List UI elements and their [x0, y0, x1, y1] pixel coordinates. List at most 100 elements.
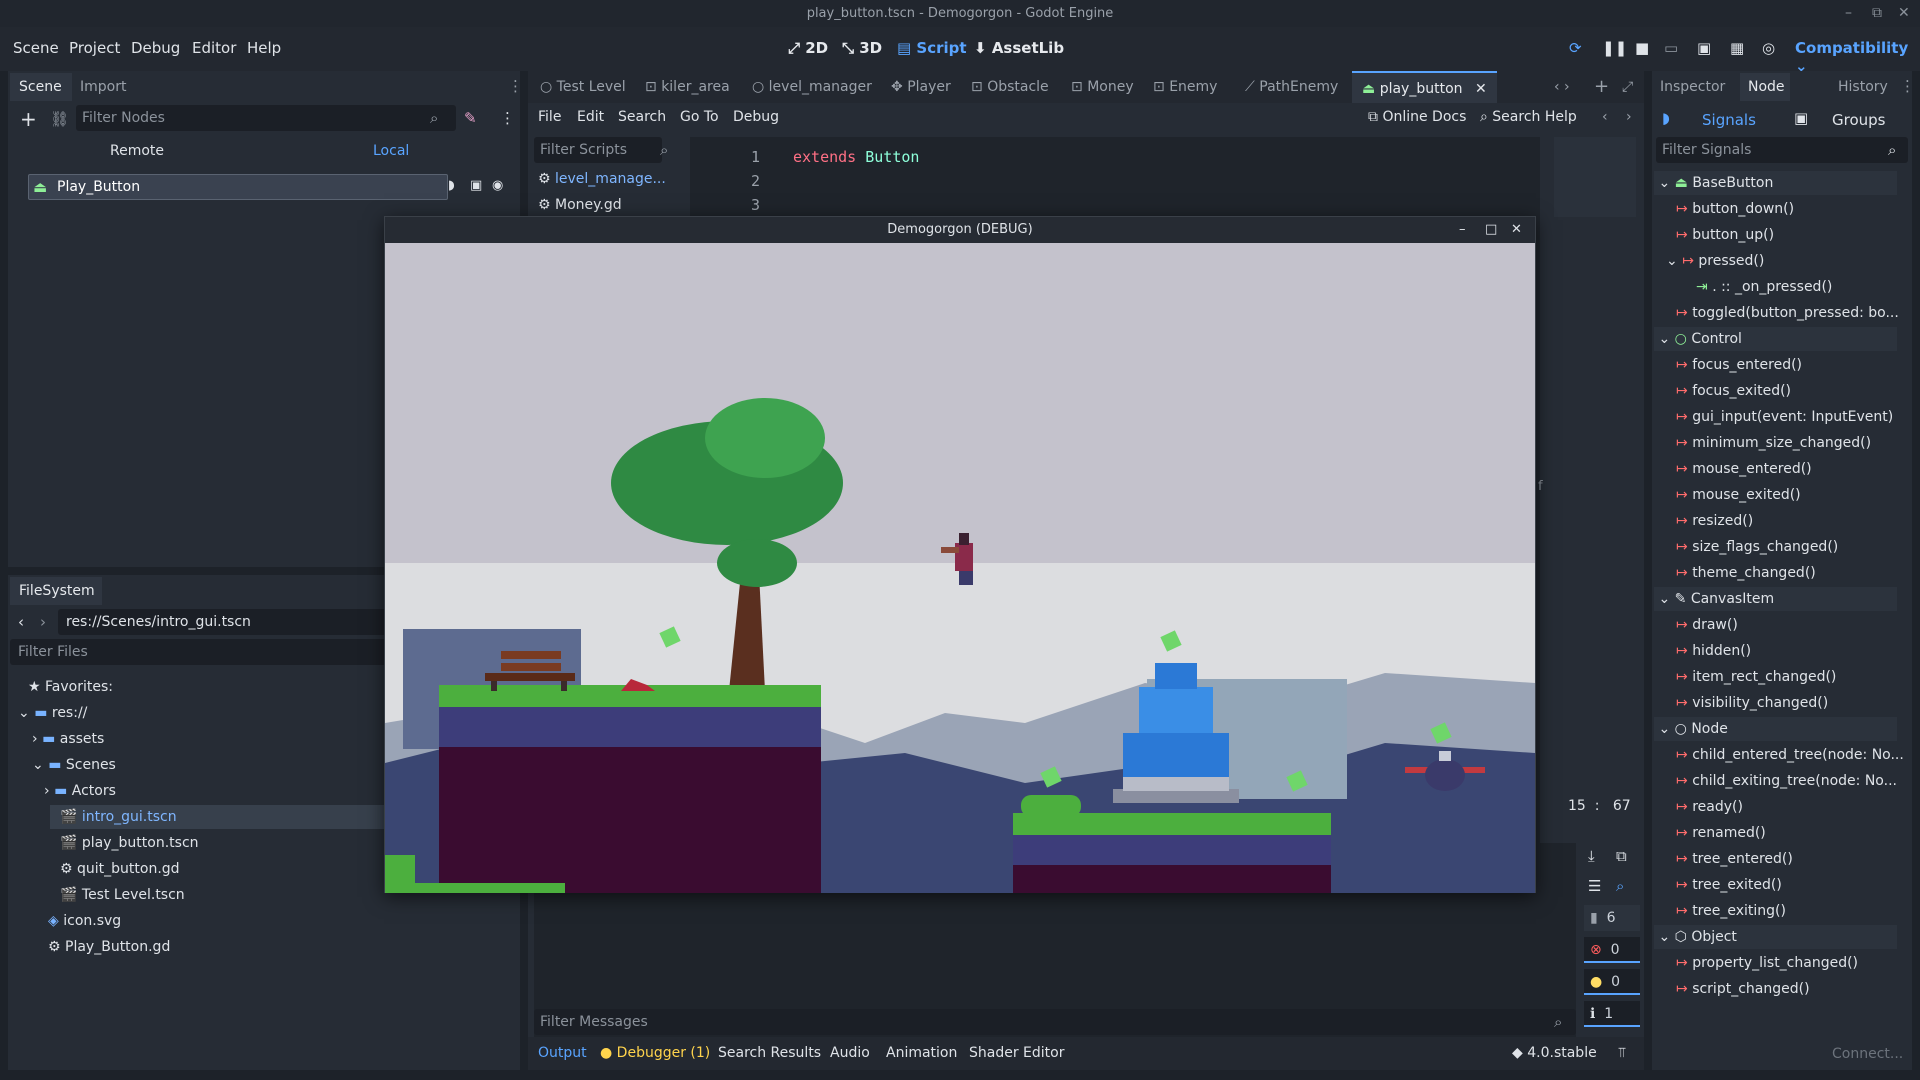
workspace-assetlib-button[interactable]: ⬇ AssetLib [974, 39, 1064, 57]
filter-scripts-input[interactable]: Filter Scripts [534, 137, 662, 163]
signal-item[interactable]: ↦ tree_exited() [1676, 873, 1782, 897]
signal-item[interactable]: ↦ gui_input(event: InputEvent) [1676, 405, 1893, 429]
signal-item[interactable]: ↦ button_up() [1676, 223, 1774, 247]
tab-scroll-icon[interactable]: ‹ › [1554, 71, 1570, 103]
link-icon[interactable]: ⛓ [50, 110, 69, 128]
menu-scene[interactable]: Scene [13, 39, 59, 57]
script-tab-level-manager[interactable]: ○ level_manager [752, 71, 872, 103]
signal-item[interactable]: ↦ toggled(button_pressed: bo... [1676, 301, 1910, 325]
nav-back-icon[interactable]: ‹ [1602, 109, 1608, 125]
renderer-select[interactable]: Compatibility ⌄ [1795, 39, 1920, 75]
signal-item[interactable]: ↦ ready() [1676, 795, 1743, 819]
script-menu-debug[interactable]: Debug [733, 109, 779, 125]
script-tab-play-button[interactable]: ⏏ play_button ✕ [1352, 71, 1497, 103]
section-object[interactable]: ⌄ ⬡ Object [1654, 925, 1897, 949]
fullscreen-icon[interactable]: ⤢ [1622, 71, 1633, 103]
local-toggle[interactable]: Local [373, 143, 409, 159]
game-window[interactable]: Demogorgon (DEBUG) – □ ✕ [384, 216, 1536, 893]
nav-forward-icon[interactable]: › [1626, 109, 1632, 125]
favorites-item[interactable]: ★ Favorites: [28, 675, 113, 699]
close-tab-icon[interactable]: ✕ [1475, 81, 1487, 97]
menu-project[interactable]: Project [69, 39, 120, 57]
assets-folder-item[interactable]: › ▬ assets [32, 727, 104, 751]
tab-node[interactable]: Node [1740, 73, 1790, 101]
filter-nodes-input[interactable]: Filter Nodes [76, 105, 456, 131]
add-node-icon[interactable]: + [20, 107, 37, 131]
tab-debugger[interactable]: ● Debugger (1) [600, 1045, 710, 1061]
scenes-folder-item[interactable]: ⌄ ▬ Scenes [32, 753, 116, 777]
script-tab-pathenemy[interactable]: ⟋ PathEnemy [1245, 71, 1338, 103]
signal-item[interactable]: ↦ tree_entered() [1676, 847, 1793, 871]
signal-item[interactable]: ↦ renamed() [1676, 821, 1766, 845]
play-button-file-item[interactable]: 🎬 play_button.tscn [60, 831, 199, 855]
signal-icon[interactable]: ◗ [448, 178, 455, 193]
more-icon[interactable]: ⋮ [500, 109, 515, 127]
signal-item[interactable]: ↦ mouse_entered() [1676, 457, 1812, 481]
clear-output-icon[interactable]: ⤓ [1588, 847, 1595, 865]
signal-item[interactable]: ⌄ ↦ pressed() [1666, 249, 1764, 273]
run-scene-icon[interactable]: ▣ [1697, 39, 1711, 57]
signal-item[interactable]: ↦ child_exiting_tree(node: No... [1676, 769, 1910, 793]
tab-inspector[interactable]: Inspector [1660, 73, 1725, 101]
error-count-toggle[interactable]: ⊗ 0 [1584, 937, 1640, 963]
signal-item[interactable]: ↦ minimum_size_changed() [1676, 431, 1871, 455]
menu-editor[interactable]: Editor [192, 39, 236, 57]
signal-item[interactable]: ↦ script_changed() [1676, 977, 1810, 1001]
script-tab-player[interactable]: ✥ Player [891, 71, 951, 103]
online-docs-button[interactable]: ⧉ Online Docs [1368, 109, 1466, 125]
workspace-3d-button[interactable]: ⤡ 3D [842, 39, 882, 57]
maximize-icon[interactable]: □ [1485, 217, 1497, 243]
info-count-toggle[interactable]: ℹ 1 [1584, 1001, 1640, 1027]
pin-panel-icon[interactable]: ⫪ [1618, 1045, 1626, 1061]
movie-maker-icon[interactable]: ◎ [1762, 39, 1775, 57]
play-button-gd-item[interactable]: ⚙ Play_Button.gd [48, 935, 170, 959]
tab-output[interactable]: Output [538, 1045, 587, 1061]
message-count-toggle[interactable]: ▮ 6 [1584, 905, 1640, 931]
run-custom-scene-icon[interactable]: ▦ [1730, 39, 1744, 57]
root-node-row[interactable]: ⏏ Play_Button [28, 174, 448, 200]
script-tab-obstacle[interactable]: ⊡ Obstacle [971, 71, 1049, 103]
signal-item[interactable]: ↦ resized() [1676, 509, 1753, 533]
script-menu-search[interactable]: Search [618, 109, 666, 125]
signal-item[interactable]: ↦ child_entered_tree(node: No... [1676, 743, 1910, 767]
tab-history[interactable]: History [1838, 73, 1888, 101]
new-tab-icon[interactable]: + [1594, 71, 1609, 103]
tab-filesystem[interactable]: FileSystem [10, 577, 102, 605]
menu-debug[interactable]: Debug [131, 39, 180, 57]
workspace-2d-button[interactable]: ⤢ 2D [788, 39, 828, 57]
connect-button[interactable]: Connect... [1832, 1046, 1903, 1062]
connection-item[interactable]: ⇥ . :: _on_pressed() [1696, 275, 1832, 299]
signal-item[interactable]: ↦ draw() [1676, 613, 1738, 637]
remote-debug-icon[interactable]: ▭ [1664, 39, 1678, 57]
filter-signals-input[interactable]: Filter Signals [1656, 137, 1908, 163]
quit-button-file-item[interactable]: ⚙ quit_button.gd [60, 857, 180, 881]
signal-item[interactable]: ↦ visibility_changed() [1676, 691, 1828, 715]
script-tab-money[interactable]: ⊡ Money [1071, 71, 1134, 103]
stop-icon[interactable]: ■ [1635, 39, 1649, 57]
script-tab-kiler-area[interactable]: ⊡ kiler_area [645, 71, 730, 103]
signal-item[interactable]: ↦ hidden() [1676, 639, 1751, 663]
groups-tab[interactable]: Groups [1832, 111, 1885, 129]
warning-count-toggle[interactable]: ● 0 [1584, 969, 1640, 995]
tab-animation[interactable]: Animation [886, 1045, 957, 1061]
restore-icon[interactable]: ⧉ [1872, 0, 1882, 27]
script-tab-test-level[interactable]: ○ Test Level [540, 71, 626, 103]
section-canvasitem[interactable]: ⌄ ✎ CanvasItem [1654, 587, 1897, 611]
minimize-icon[interactable]: – [1845, 0, 1852, 27]
signal-item[interactable]: ↦ button_down() [1676, 197, 1794, 221]
close-icon[interactable]: ✕ [1511, 217, 1522, 243]
section-node[interactable]: ⌄ ○ Node [1654, 717, 1897, 741]
dock-menu-icon[interactable]: ⋮ [508, 77, 523, 95]
actors-folder-item[interactable]: › ▬ Actors [44, 779, 116, 803]
tab-scene[interactable]: Scene [10, 73, 72, 101]
search-icon[interactable]: ⌕ [1616, 877, 1624, 895]
script-node-icon[interactable]: ▣ [470, 178, 482, 193]
script-list-item[interactable]: ⚙ level_manage... [538, 171, 666, 187]
signal-item[interactable]: ↦ tree_exiting() [1676, 899, 1786, 923]
tab-audio[interactable]: Audio [830, 1045, 870, 1061]
signal-item[interactable]: ↦ size_flags_changed() [1676, 535, 1838, 559]
minimize-icon[interactable]: – [1459, 217, 1466, 243]
remote-toggle[interactable]: Remote [110, 143, 164, 159]
dock-menu-icon[interactable]: ⋮ [1900, 77, 1915, 95]
signal-item[interactable]: ↦ focus_entered() [1676, 353, 1802, 377]
